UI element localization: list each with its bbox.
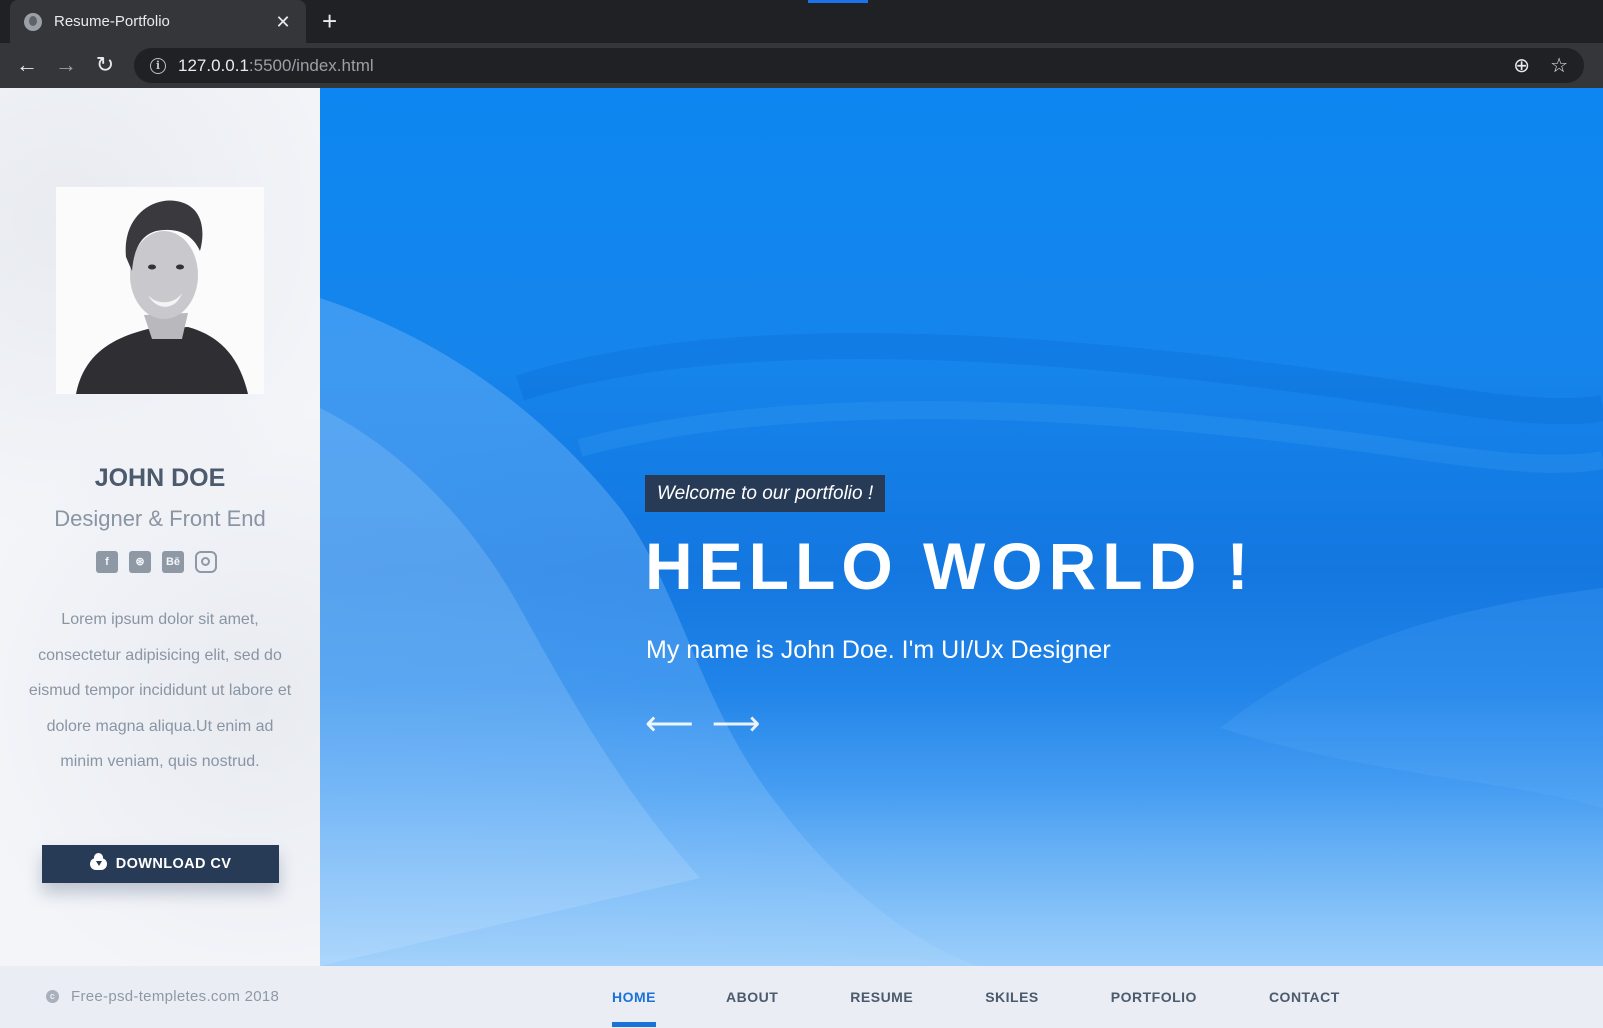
- dribbble-icon[interactable]: ⊛: [129, 551, 151, 573]
- new-tab-button[interactable]: +: [322, 8, 337, 34]
- nav-contact[interactable]: CONTACT: [1269, 966, 1340, 1027]
- profile-name: JOHN DOE: [94, 464, 226, 492]
- nav-home[interactable]: HOME: [612, 966, 656, 1027]
- reload-button[interactable]: ↻: [92, 52, 118, 78]
- instagram-icon[interactable]: [195, 551, 217, 573]
- profile-role: Designer & Front End: [54, 506, 266, 531]
- url-path: :5500/index.html: [248, 55, 374, 75]
- bookmark-star-icon[interactable]: ☆: [1550, 53, 1568, 78]
- url-host: 127.0.0.1: [178, 55, 249, 75]
- globe-icon: [24, 12, 42, 31]
- main-nav: HOME ABOUT RESUME SKILES PORTFOLIO CONTA…: [612, 966, 1340, 1027]
- behance-icon[interactable]: Bē: [162, 551, 184, 573]
- loading-indicator: [808, 0, 868, 3]
- slider-controls: ⟵ ⟶: [645, 707, 761, 741]
- browser-tab[interactable]: Resume-Portfolio ✕: [10, 0, 306, 43]
- info-icon[interactable]: i: [150, 57, 166, 74]
- hero-subtitle: My name is John Doe. I'm UI/Ux Designer: [646, 636, 1111, 664]
- forward-button[interactable]: →: [53, 52, 79, 78]
- download-cv-label: DOWNLOAD CV: [115, 856, 232, 872]
- welcome-badge: Welcome to our portfolio !: [645, 475, 886, 512]
- hero-headline: HELLO WORLD !: [645, 529, 1255, 603]
- nav-skiles[interactable]: SKILES: [985, 966, 1039, 1027]
- arrow-right-icon[interactable]: ⟶: [712, 707, 761, 741]
- hero-banner: Welcome to our portfolio ! HELLO WORLD !…: [320, 88, 1603, 966]
- nav-portfolio[interactable]: PORTFOLIO: [1111, 966, 1197, 1027]
- zoom-icon[interactable]: ⊕: [1513, 53, 1530, 78]
- nav-about[interactable]: ABOUT: [726, 966, 778, 1027]
- copyright: c Free-psd-templetes.com 2018: [46, 988, 279, 1005]
- copyright-icon: c: [46, 990, 59, 1003]
- profile-photo: [56, 187, 264, 394]
- browser-tab-bar: Resume-Portfolio ✕ +: [0, 0, 1603, 43]
- tab-title: Resume-Portfolio: [54, 13, 170, 30]
- close-icon[interactable]: ✕: [274, 13, 292, 31]
- back-button[interactable]: ←: [14, 52, 40, 78]
- hero-background-image: [320, 298, 1603, 966]
- profile-bio: Lorem ipsum dolor sit amet, consectetur …: [28, 611, 292, 770]
- address-bar[interactable]: i 127.0.0.1 :5500/index.html ⊕ ☆: [134, 48, 1584, 83]
- social-links: f ⊛ Bē: [96, 551, 217, 573]
- facebook-icon[interactable]: f: [96, 551, 118, 573]
- download-cv-button[interactable]: DOWNLOAD CV: [42, 845, 279, 883]
- nav-resume[interactable]: RESUME: [850, 966, 913, 1027]
- footer-bar: c Free-psd-templetes.com 2018 HOME ABOUT…: [0, 966, 1603, 1027]
- cloud-download-icon: [89, 853, 107, 870]
- arrow-left-icon[interactable]: ⟵: [645, 707, 694, 741]
- copyright-text: Free-psd-templetes.com 2018: [71, 988, 280, 1005]
- browser-toolbar: ← → ↻ i 127.0.0.1 :5500/index.html ⊕ ☆: [0, 43, 1603, 88]
- profile-sidebar: JOHN DOE Designer & Front End f ⊛ Bē Lor…: [0, 88, 320, 966]
- avatar: [56, 187, 264, 394]
